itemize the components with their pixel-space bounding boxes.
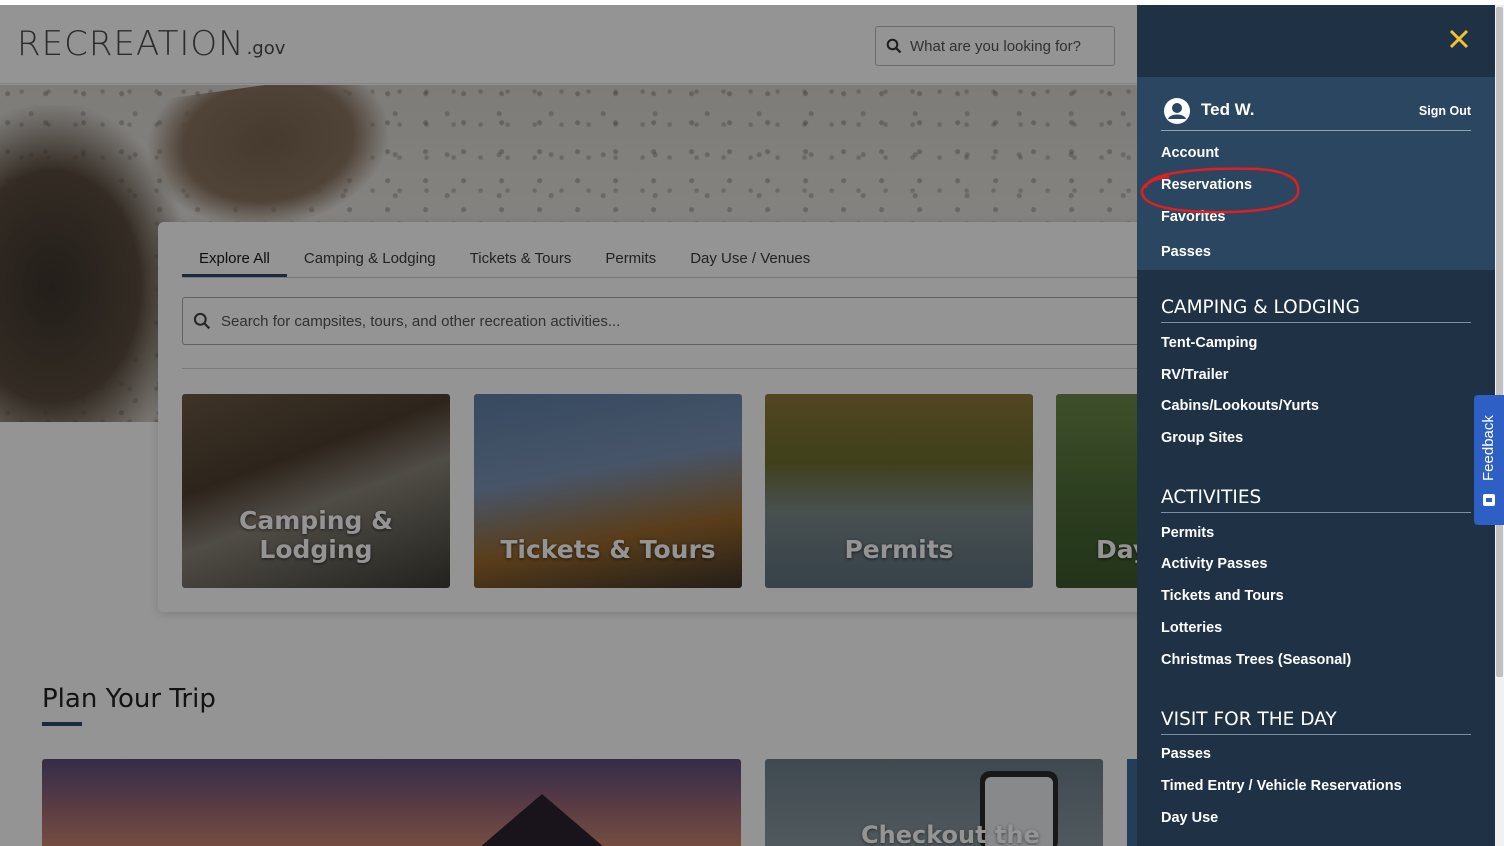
section-title-camping: CAMPING & LODGING [1161, 297, 1471, 323]
feedback-icon [1483, 494, 1495, 506]
feedback-label: Feedback [1480, 415, 1497, 481]
nav-link-tent-camping[interactable]: Tent-Camping [1161, 335, 1257, 351]
nav-link-cabins[interactable]: Cabins/Lookouts/Yurts [1161, 398, 1319, 414]
nav-link-group-sites[interactable]: Group Sites [1161, 430, 1243, 446]
drawer-header [1137, 5, 1495, 77]
nav-link-tickets-tours[interactable]: Tickets and Tours [1161, 588, 1284, 604]
sign-out-link[interactable]: Sign Out [1419, 104, 1471, 118]
nav-link-christmas-trees[interactable]: Christmas Trees (Seasonal) [1161, 652, 1351, 668]
nav-link-activity-passes[interactable]: Activity Passes [1161, 556, 1267, 572]
user-avatar-icon [1164, 98, 1190, 124]
section-title-visit-day: VISIT FOR THE DAY [1161, 709, 1471, 735]
nav-link-day-use[interactable]: Day Use [1161, 810, 1218, 826]
user-row: Ted W. Sign Out [1161, 95, 1471, 131]
annotation-circle [1140, 167, 1300, 214]
passes-link[interactable]: Passes [1161, 244, 1211, 260]
nav-link-passes[interactable]: Passes [1161, 746, 1211, 762]
section-title-activities: ACTIVITIES [1161, 487, 1471, 513]
nav-link-rv-trailer[interactable]: RV/Trailer [1161, 367, 1228, 383]
nav-drawer: Ted W. Sign Out Account Reservations Fav… [1137, 5, 1495, 846]
scrollbar-thumb[interactable] [1496, 7, 1503, 677]
close-icon[interactable] [1447, 27, 1471, 51]
feedback-button[interactable]: Feedback [1474, 395, 1504, 525]
nav-link-timed-entry[interactable]: Timed Entry / Vehicle Reservations [1161, 778, 1402, 794]
nav-link-permits[interactable]: Permits [1161, 525, 1214, 541]
account-link[interactable]: Account [1161, 145, 1219, 161]
nav-link-lotteries[interactable]: Lotteries [1161, 620, 1222, 636]
user-name: Ted W. [1201, 100, 1255, 119]
dim-overlay[interactable] [0, 5, 1137, 846]
